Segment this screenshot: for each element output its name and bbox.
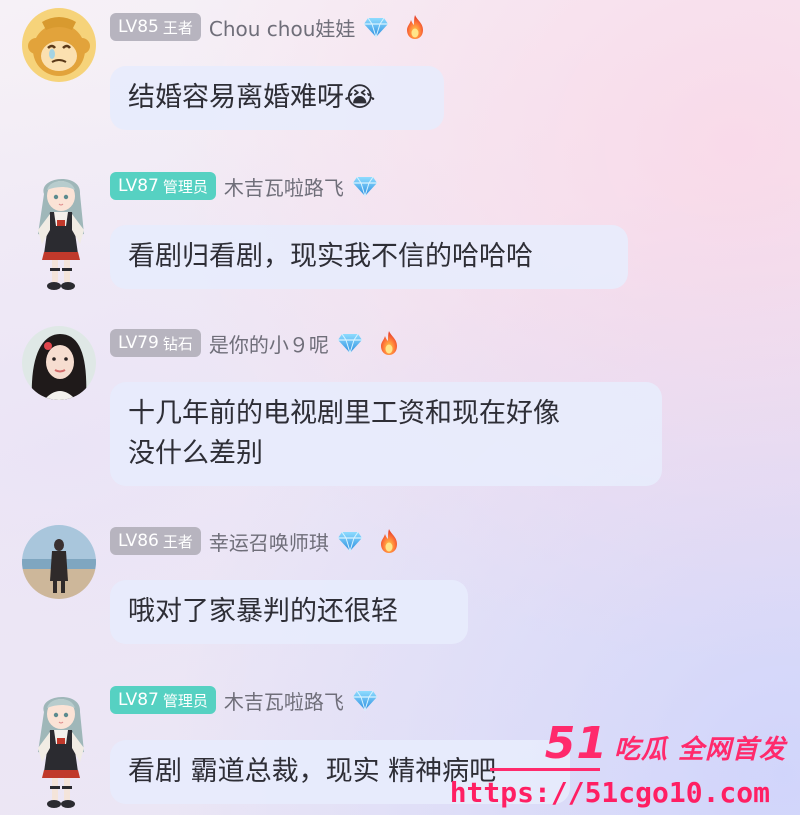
diamond-icon xyxy=(352,175,378,197)
message-bubble[interactable]: 结婚容易离婚难呀😭 xyxy=(110,66,444,130)
message-text: 哦对了家暴判的还很轻 xyxy=(128,596,398,627)
diamond-icon xyxy=(363,16,389,38)
level-badge: LV87 管理员 xyxy=(110,172,216,200)
beach-photo-avatar[interactable] xyxy=(22,525,96,599)
anime-girl-figure[interactable] xyxy=(26,164,96,294)
message-text-line: 十几年前的电视剧里工资和现在好像 xyxy=(128,398,560,429)
level-badge: LV79 钻石 xyxy=(110,329,201,357)
message-bubble[interactable]: 十几年前的电视剧里工资和现在好像 没什么差别 xyxy=(110,382,662,486)
flame-icon xyxy=(377,330,401,356)
message-meta: LV87 管理员 木吉瓦啦路飞 xyxy=(110,171,378,201)
flame-icon xyxy=(403,14,427,40)
level-badge: LV86 王者 xyxy=(110,527,201,555)
watermark-slogan: 51 吃瓜 全网首发 xyxy=(544,718,786,769)
diamond-icon xyxy=(337,332,363,354)
message-text: 看剧归看剧，现实我不信的哈哈哈 xyxy=(128,241,533,272)
diamond-icon xyxy=(337,530,363,552)
username[interactable]: 木吉瓦啦路飞 xyxy=(224,172,344,201)
message-meta: LV86 王者 幸运召唤师琪 xyxy=(110,526,401,556)
message-meta: LV79 钻石 是你的小９呢 xyxy=(110,328,401,358)
flame-icon xyxy=(377,528,401,554)
username[interactable]: 幸运召唤师琪 xyxy=(209,527,329,556)
watermark: 51 吃瓜 全网首发 https://51cgo10.com xyxy=(450,710,790,815)
monkey-avatar[interactable] xyxy=(22,8,96,82)
watermark-url: https://51cgo10.com xyxy=(449,776,770,809)
level-badge: LV85 王者 xyxy=(110,13,201,41)
message-meta: LV85 王者 Chou chou娃娃 xyxy=(110,12,427,42)
username[interactable]: 木吉瓦啦路飞 xyxy=(224,686,344,715)
level-badge: LV87 管理员 xyxy=(110,686,216,714)
diamond-icon xyxy=(352,689,378,711)
anime-girl-figure[interactable] xyxy=(26,682,96,812)
message-bubble[interactable]: 看剧归看剧，现实我不信的哈哈哈 xyxy=(110,225,628,289)
message-text: 结婚容易离婚难呀😭 xyxy=(128,82,376,113)
message-bubble[interactable]: 哦对了家暴判的还很轻 xyxy=(110,580,468,644)
message-text-line: 没什么差别 xyxy=(128,438,263,469)
message-meta: LV87 管理员 木吉瓦啦路飞 xyxy=(110,685,378,715)
username[interactable]: 是你的小９呢 xyxy=(209,329,329,358)
woman-photo-avatar[interactable] xyxy=(22,326,96,400)
username[interactable]: Chou chou娃娃 xyxy=(209,13,356,42)
